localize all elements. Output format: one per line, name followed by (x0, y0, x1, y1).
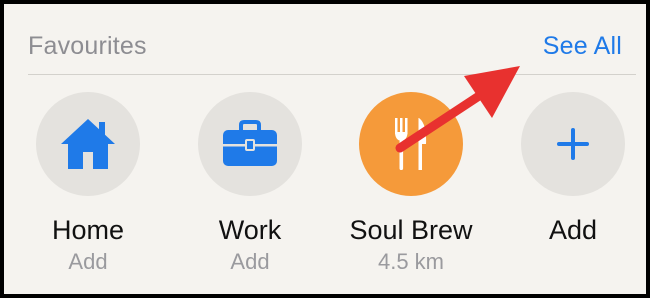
favourite-add[interactable]: Add (503, 92, 643, 248)
divider (28, 74, 636, 75)
favourites-panel: Favourites See All Home Add Work Add Sou… (4, 4, 646, 294)
fork-knife-icon (395, 118, 427, 170)
favourite-soul-brew-button[interactable] (359, 92, 463, 196)
favourite-name: Soul Brew (349, 215, 473, 245)
favourite-home-button[interactable] (36, 92, 140, 196)
favourite-name: Work (218, 215, 282, 245)
see-all-link[interactable]: See All (543, 32, 622, 61)
favourite-work-button[interactable] (198, 92, 302, 196)
favourite-name: Add (548, 215, 598, 245)
briefcase-icon (223, 120, 277, 166)
favourite-home[interactable]: Home Add (18, 92, 158, 276)
favourite-name: Home (51, 215, 125, 245)
favourite-subtitle: Add (230, 249, 270, 274)
house-icon (61, 119, 115, 169)
favourite-soul-brew[interactable]: Soul Brew 4.5 km (341, 92, 481, 276)
add-favourite-button[interactable] (521, 92, 625, 196)
screenshot-frame: Favourites See All Home Add Work Add Sou… (0, 0, 650, 298)
plus-icon (557, 128, 589, 160)
favourite-work[interactable]: Work Add (180, 92, 320, 276)
section-title: Favourites (28, 32, 147, 60)
favourite-subtitle: 4.5 km (377, 249, 445, 274)
favourite-subtitle: Add (68, 249, 108, 274)
